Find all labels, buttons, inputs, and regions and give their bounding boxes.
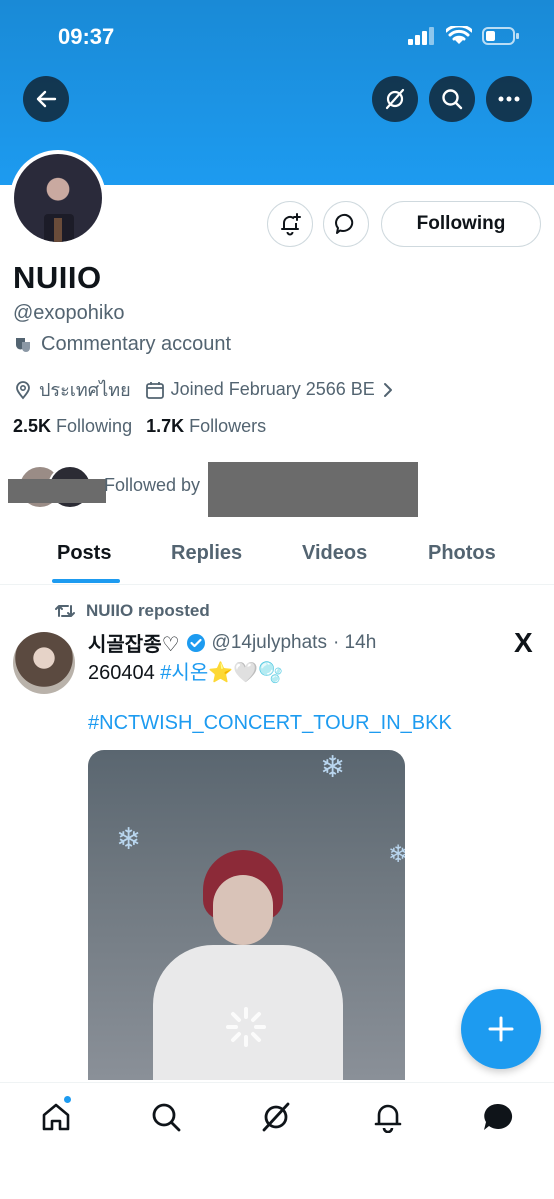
calendar-icon	[145, 381, 164, 399]
post-emoji: ⭐🤍🫧	[208, 662, 283, 684]
back-button[interactable]	[23, 76, 69, 122]
category-label: Commentary account	[41, 333, 232, 355]
repost-label: NUIIO reposted	[86, 601, 210, 620]
profile-tabs: Posts Replies Videos Photos	[0, 530, 554, 585]
hashtag-link[interactable]: #시온	[160, 662, 208, 684]
back-arrow-icon	[36, 90, 57, 108]
followers-count-link[interactable]: 1.7K Followers	[146, 416, 266, 437]
more-icon	[498, 96, 520, 102]
signal-icon	[408, 27, 434, 45]
nav-home[interactable]	[38, 1099, 74, 1135]
plus-icon	[488, 1016, 514, 1042]
chevron-right-icon	[383, 382, 392, 397]
followed-by-text: Followed by	[104, 475, 201, 495]
repost-indicator: NUIIO reposted	[54, 601, 210, 621]
theater-masks-icon	[16, 337, 30, 352]
post-header: 시골잡종♡ @14julyphats · 14h	[88, 628, 376, 657]
search-icon	[152, 1103, 181, 1132]
nav-notifications[interactable]	[370, 1099, 406, 1135]
bottom-navigation	[0, 1082, 554, 1199]
search-button[interactable]	[429, 76, 475, 122]
display-name: NUIIO	[13, 260, 102, 295]
grok-button[interactable]	[372, 76, 418, 122]
grok-icon	[385, 88, 405, 110]
tab-videos[interactable]: Videos	[302, 542, 367, 565]
following-count-link[interactable]: 2.5K Following	[13, 416, 132, 437]
profile-meta: ประเทศไทย Joined February 2566 BE	[13, 375, 395, 404]
notifications-subscribe-button[interactable]	[267, 201, 313, 247]
following-count-label: Following	[56, 416, 133, 436]
home-unread-dot	[63, 1095, 72, 1104]
messages-icon	[484, 1103, 513, 1130]
status-icons	[408, 26, 520, 46]
battery-icon	[482, 27, 519, 45]
tab-posts[interactable]: Posts	[57, 542, 111, 565]
message-button[interactable]	[323, 201, 369, 247]
post-text: 260404 #시온⭐🤍🫧	[88, 656, 283, 685]
location-text: ประเทศไทย	[39, 380, 131, 400]
repost-icon	[55, 605, 75, 617]
redaction-block	[208, 462, 418, 517]
follow-counts: 2.5K Following 1.7K Followers	[13, 416, 266, 437]
photo-subject	[213, 875, 273, 945]
bell-plus-icon	[281, 213, 301, 236]
hashtag-link[interactable]: #NCTWISH_CONCERT_TOUR_IN_BKK	[88, 712, 452, 735]
account-category: Commentary account	[13, 333, 231, 356]
more-button[interactable]	[486, 76, 532, 122]
loading-spinner-icon	[226, 1007, 266, 1047]
following-button[interactable]: Following	[381, 201, 541, 247]
post-author-avatar[interactable]	[13, 632, 75, 694]
joined-text: Joined February 2566 BE	[170, 379, 375, 399]
tab-replies[interactable]: Replies	[171, 542, 242, 565]
followed-by-row[interactable]: Followed by	[8, 462, 428, 517]
avatar	[14, 154, 102, 242]
post-author-name[interactable]: 시골잡종♡	[88, 628, 180, 657]
status-time: 09:37	[58, 24, 115, 49]
post-media-image[interactable]: ❄ ❄ ❄	[88, 750, 405, 1080]
grok-icon	[262, 1102, 290, 1132]
nav-messages[interactable]	[480, 1099, 516, 1135]
joined-date[interactable]: Joined February 2566 BE	[145, 379, 395, 400]
location: ประเทศไทย	[13, 375, 131, 404]
nav-search[interactable]	[148, 1099, 184, 1135]
active-tab-indicator	[52, 579, 120, 583]
notifications-icon	[374, 1104, 402, 1133]
post-text-prefix: 260404	[88, 662, 161, 684]
tab-photos[interactable]: Photos	[428, 542, 496, 565]
user-handle: @exopohiko	[13, 302, 125, 324]
nav-grok[interactable]	[258, 1099, 294, 1135]
redaction-block	[8, 479, 106, 503]
x-logo-icon: X	[514, 627, 533, 658]
snowflake-decoration: ❄	[388, 841, 405, 868]
profile-avatar-frame[interactable]	[10, 150, 106, 246]
home-icon	[42, 1103, 70, 1131]
post-author-handle[interactable]: @14julyphats	[212, 632, 327, 654]
following-count: 2.5K	[13, 416, 52, 436]
snowflake-decoration: ❄	[116, 823, 142, 856]
search-icon	[442, 89, 463, 110]
post-time[interactable]: · 14h	[333, 632, 376, 654]
followers-count-label: Followers	[189, 416, 267, 436]
wifi-icon	[446, 26, 472, 44]
chat-bubble-icon	[335, 213, 354, 234]
location-pin-icon	[16, 380, 30, 399]
snowflake-decoration: ❄	[320, 751, 346, 784]
followers-count: 1.7K	[146, 416, 185, 436]
verified-badge-icon	[186, 633, 205, 652]
compose-post-button[interactable]	[461, 989, 541, 1069]
